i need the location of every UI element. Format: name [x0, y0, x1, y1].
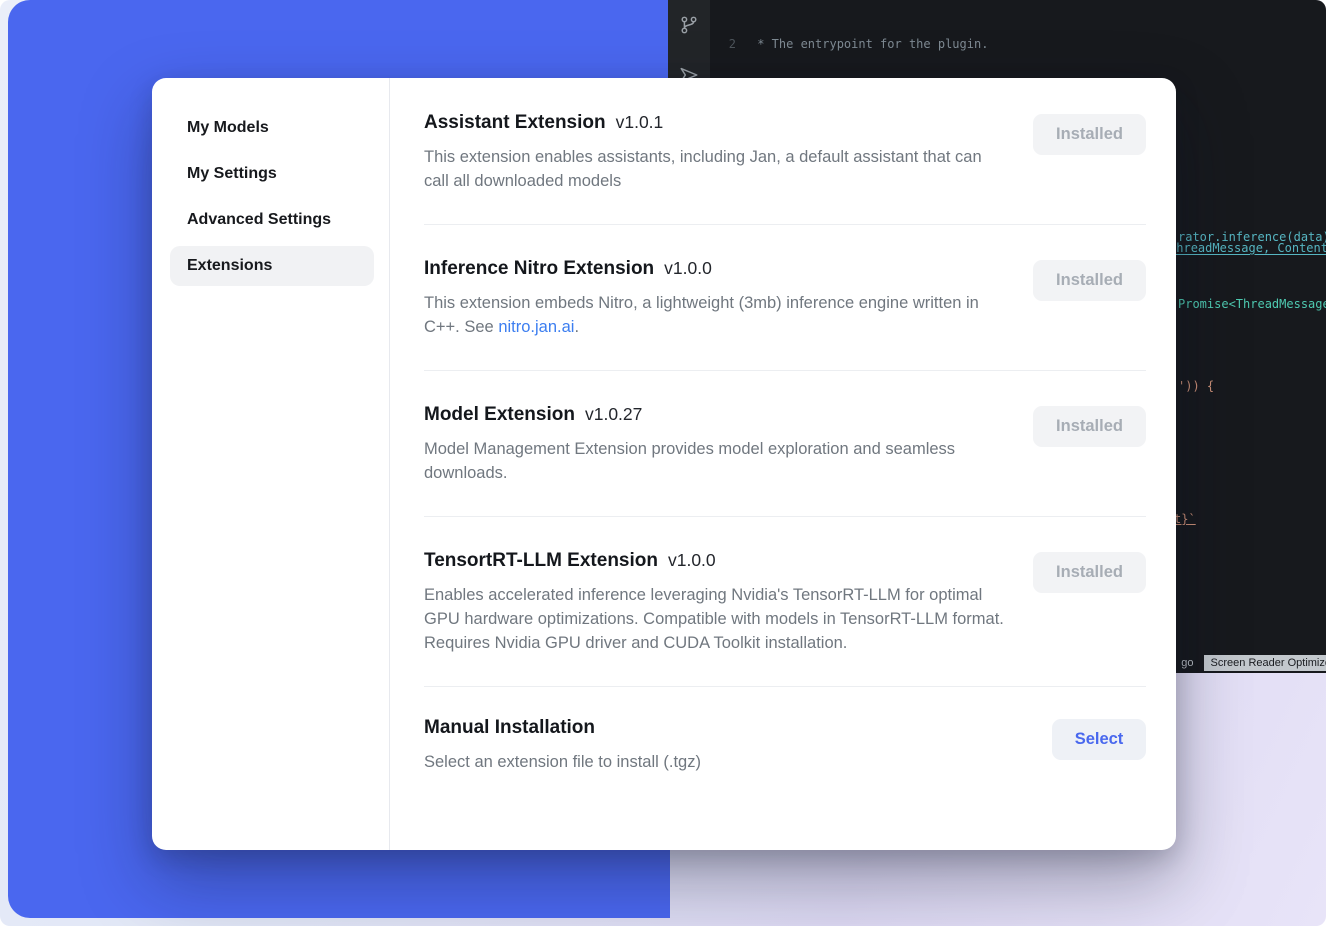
sidebar-item-advanced-settings[interactable]: Advanced Settings [170, 200, 374, 240]
extension-version: v1.0.0 [664, 258, 712, 279]
extension-description: Enables accelerated inference leveraging… [424, 583, 1009, 655]
manual-installation-row: Manual Installation Select an extension … [424, 687, 1146, 774]
manual-installation-title: Manual Installation [424, 717, 595, 739]
extension-info: Manual Installation Select an extension … [424, 717, 701, 774]
extension-version: v1.0.27 [585, 404, 642, 425]
screenshot-canvas: 2 * The entrypoint for the plugin. 3 */ … [0, 0, 1326, 926]
extension-row-assistant: Assistant Extension v1.0.1 This extensio… [424, 78, 1146, 225]
extension-title: Model Extension [424, 404, 575, 426]
description-text: . [574, 318, 579, 336]
git-branch-icon[interactable] [678, 14, 700, 36]
select-file-button[interactable]: Select [1052, 719, 1146, 760]
extension-header: Model Extension v1.0.27 [424, 404, 1009, 426]
extension-header: TensortRT-LLM Extension v1.0.0 [424, 550, 1009, 572]
sidebar-item-extensions[interactable]: Extensions [170, 246, 374, 286]
extension-row-tensorrt-llm: TensortRT-LLM Extension v1.0.0 Enables a… [424, 517, 1146, 687]
screen-reader-chip[interactable]: Screen Reader Optimize [1204, 655, 1326, 671]
nitro-jan-ai-link[interactable]: nitro.jan.ai [498, 318, 574, 336]
extension-title: Assistant Extension [424, 112, 606, 134]
extension-description: This extension embeds Nitro, a lightweig… [424, 291, 1009, 339]
extension-header: Manual Installation [424, 717, 701, 739]
extension-info: Assistant Extension v1.0.1 This extensio… [424, 112, 1009, 193]
extension-version: v1.0.0 [668, 550, 716, 571]
manual-installation-description: Select an extension file to install (.tg… [424, 750, 701, 774]
installed-button[interactable]: Installed [1033, 406, 1146, 447]
sidebar-item-my-models[interactable]: My Models [170, 108, 374, 148]
code-line: 2 * The entrypoint for the plugin. [710, 36, 1326, 53]
extension-row-inference-nitro: Inference Nitro Extension v1.0.0 This ex… [424, 225, 1146, 371]
status-text: go [1181, 657, 1193, 669]
extension-info: TensortRT-LLM Extension v1.0.0 Enables a… [424, 550, 1009, 655]
code-fragment: t}` [1174, 512, 1196, 526]
installed-button[interactable]: Installed [1033, 260, 1146, 301]
code-fragment: ')) { [1178, 379, 1214, 393]
extension-header: Assistant Extension v1.0.1 [424, 112, 1009, 134]
settings-sidebar: My Models My Settings Advanced Settings … [152, 78, 390, 850]
extension-description: Model Management Extension provides mode… [424, 437, 1009, 485]
extension-title: Inference Nitro Extension [424, 258, 654, 280]
installed-button[interactable]: Installed [1033, 114, 1146, 155]
extension-info: Inference Nitro Extension v1.0.0 This ex… [424, 258, 1009, 339]
extension-row-model: Model Extension v1.0.27 Model Management… [424, 371, 1146, 517]
code-text: * The entrypoint for the plugin. [750, 36, 988, 53]
extension-title: TensortRT-LLM Extension [424, 550, 658, 572]
installed-button[interactable]: Installed [1033, 552, 1146, 593]
sidebar-item-my-settings[interactable]: My Settings [170, 154, 374, 194]
extension-info: Model Extension v1.0.27 Model Management… [424, 404, 1009, 485]
extension-version: v1.0.1 [616, 112, 664, 133]
extension-description: This extension enables assistants, inclu… [424, 145, 1009, 193]
extension-header: Inference Nitro Extension v1.0.0 [424, 258, 1009, 280]
settings-modal: My Models My Settings Advanced Settings … [152, 78, 1176, 850]
code-fragment: rator.inference(data)); [1178, 230, 1326, 244]
extensions-list: Assistant Extension v1.0.1 This extensio… [390, 78, 1176, 850]
line-number: 2 [710, 36, 736, 53]
code-fragment: Promise<ThreadMessage> [1178, 297, 1326, 311]
